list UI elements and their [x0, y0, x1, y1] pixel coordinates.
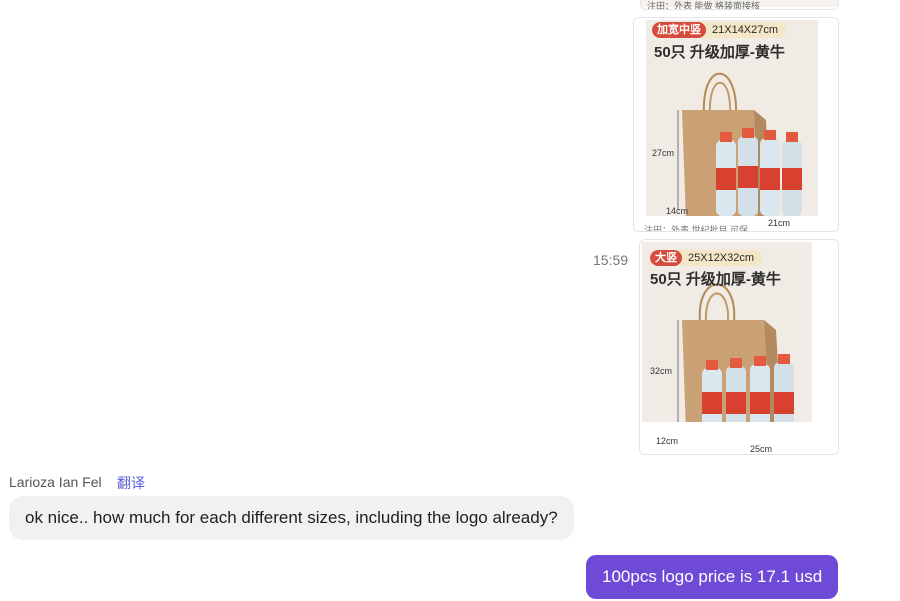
size-pill: 大竖 25X12X32cm: [650, 250, 763, 266]
depth-label: 14cm: [666, 206, 689, 216]
product-image-card-top[interactable]: cm 注田：外表 能做 格装面接核: [640, 0, 839, 10]
height-label: 32cm: [650, 366, 673, 376]
sender-name: Larioza Ian Fel: [9, 474, 102, 490]
translate-link[interactable]: 翻译: [117, 473, 145, 493]
product-image-card-2[interactable]: 大竖 25X12X32cm 50只 升级加厚-黄牛 32cm 12cm 25cm: [639, 239, 839, 455]
size-tag: 大竖: [650, 250, 682, 266]
outgoing-message-text: 100pcs logo price is 17.1 usd: [602, 567, 823, 586]
outgoing-message-bubble[interactable]: 100pcs logo price is 17.1 usd: [586, 555, 839, 599]
product-title: 50只 升级加厚-黄牛: [650, 271, 781, 288]
size-text: 21X14X27cm: [712, 24, 779, 36]
height-label: 27cm: [652, 148, 675, 158]
size-tag: 加宽中竖: [652, 22, 706, 38]
size-text: 25X12X32cm: [688, 252, 755, 264]
width-label: 21cm: [768, 218, 791, 228]
size-pill: 加宽中竖 21X14X27cm: [652, 22, 787, 38]
product-title: 50只 升级加厚-黄牛: [654, 44, 785, 61]
depth-label: 12cm: [656, 436, 679, 446]
width-label: 25cm: [750, 444, 773, 454]
image-caption: 注田：外表 能做 格装面接核: [647, 1, 761, 10]
incoming-message-text: ok nice.. how much for each different si…: [25, 508, 558, 527]
message-timestamp: 15:59: [593, 252, 629, 268]
product-image-card-1[interactable]: 加宽中竖 21X14X27cm 50只 升级加厚-黄牛 27cm 14cm 21…: [633, 17, 839, 232]
image-caption: 注田：外表 世纪批目 可保: [644, 225, 749, 232]
incoming-message-bubble[interactable]: ok nice.. how much for each different si…: [9, 496, 574, 540]
